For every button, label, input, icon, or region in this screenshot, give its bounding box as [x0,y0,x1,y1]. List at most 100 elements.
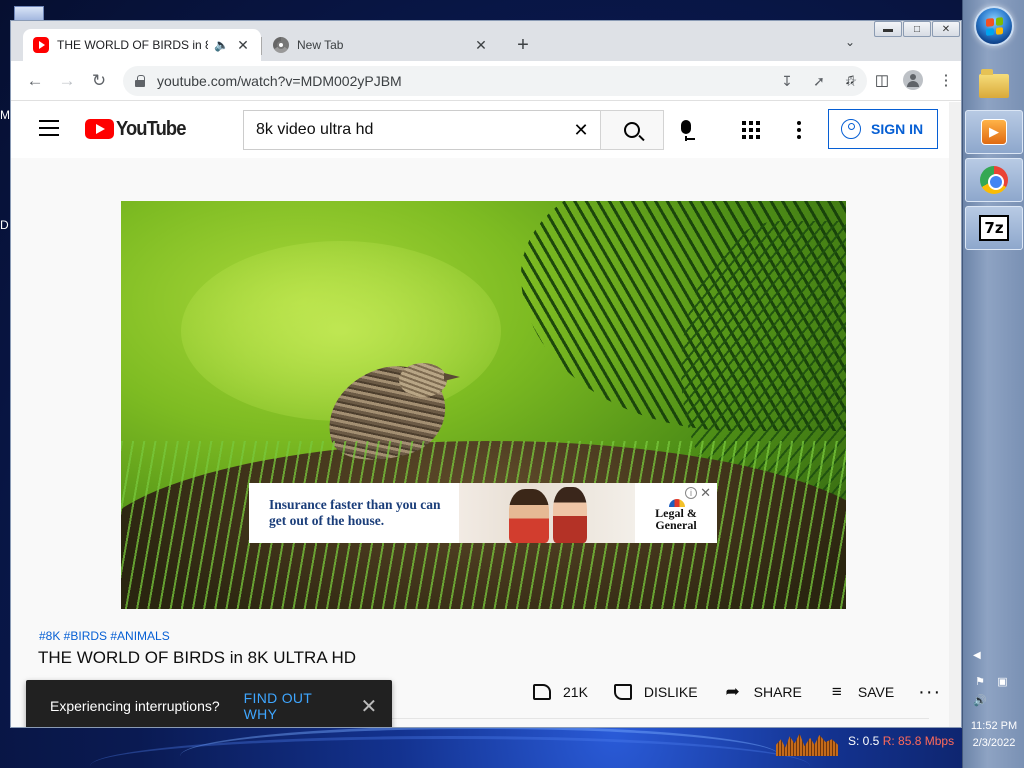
taskbar-chrome[interactable] [965,158,1023,202]
clock[interactable]: 11:52 PM 2/3/2022 [963,718,1024,752]
video-title: THE WORLD OF BIRDS in 8K ULTRA HD [38,648,357,667]
share-button[interactable]: ➦ SHARE [722,682,802,702]
like-button[interactable]: 21K [531,682,588,702]
video-actions: 21K DISLIKE ➦ SHARE ≡ SAVE ··· [531,680,949,704]
taskbar-7zip[interactable]: 7z [965,206,1023,250]
taskbar: ▶ 7z ◀ ⚑ ▣ 🔊 11:52 PM 2/3/2022 [962,0,1024,768]
ad-brand-name: Legal & General [655,506,697,532]
chrome-favicon-icon [273,37,289,53]
close-window-button[interactable]: ✕ [932,21,960,37]
tab-divider [261,37,262,55]
page-scrollbar[interactable] [949,102,961,727]
share-arrow-icon: ➦ [725,682,740,701]
tab-title: THE WORLD OF BIRDS in 8K ULTRA HD - YouT… [57,38,208,52]
more-horizontal-icon: ··· [918,681,942,703]
forward-arrow-icon[interactable]: → [55,71,79,91]
system-tray: ⚑ ▣ 🔊 [971,672,1019,710]
save-label: SAVE [857,684,895,700]
tab-new-tab[interactable]: New Tab ✕ [263,29,499,61]
microphone-icon-base [685,138,695,140]
share-icon[interactable]: ➚ [803,73,835,90]
media-player-icon: ▶ [981,119,1007,145]
thumbs-down-icon [612,682,634,702]
action-center-flag-icon[interactable]: ⚑ [973,675,987,689]
video-hashtags[interactable]: #8K #BIRDS #ANIMALS [39,629,170,643]
chrome-window: THE WORLD OF BIRDS in 8K ULTRA HD - YouT… [10,20,962,728]
chrome-icon [980,166,1008,194]
close-tab-icon[interactable]: ✕ [235,37,251,54]
share-label: SHARE [753,684,802,700]
youtube-favicon-icon [33,37,49,53]
youtube-wordmark: YouTube [116,117,186,140]
more-actions-button[interactable]: ··· [918,681,942,703]
ad-image[interactable] [459,483,635,543]
network-icon[interactable]: ▣ [995,675,1009,689]
show-hidden-icons-icon[interactable]: ◀ [973,650,981,661]
install-app-icon[interactable]: ↧ [771,73,803,90]
network-speed: S: 0.5 R: 85.8 Mbps [848,734,954,748]
close-tab-icon[interactable]: ✕ [473,37,489,54]
ad-info-icon[interactable]: i [685,487,697,499]
save-button[interactable]: ≡ SAVE [826,682,894,702]
dislike-button[interactable]: DISLIKE [612,682,698,702]
apps-grid-icon[interactable] [742,121,760,139]
tab-strip: THE WORLD OF BIRDS in 8K ULTRA HD - YouT… [11,21,961,61]
back-arrow-icon[interactable]: ← [23,71,47,91]
video-frame-bird-beak [444,373,460,381]
send-speed: S: 0.5 [848,734,880,748]
ad-headline[interactable]: Insurance faster than you can get out of… [249,497,459,529]
desktop-icon-label-fragment: MD [0,108,10,232]
youtube-logo[interactable]: YouTube [85,118,192,140]
tab-youtube[interactable]: THE WORLD OF BIRDS in 8K ULTRA HD - YouT… [23,29,261,61]
sign-in-label: SIGN IN [871,121,924,137]
search-button[interactable] [600,110,664,150]
ad-close-icon[interactable]: ✕ [700,485,711,501]
volume-icon[interactable]: 🔊 [973,694,987,708]
receive-speed: R: 85.8 Mbps [882,734,955,748]
chrome-menu-icon[interactable]: ⋮ [935,71,957,89]
taskbar-media-player[interactable]: ▶ [965,110,1023,154]
settings-kebab-icon[interactable] [797,121,801,139]
tab-search-chevron-icon[interactable]: ⌄ [845,35,855,49]
profile-icon[interactable] [903,70,925,90]
network-meter: S: 0.5 R: 85.8 Mbps [776,726,962,760]
url-text[interactable]: youtube.com/watch?v=MDM002yPJBM [157,73,771,89]
restore-button[interactable]: □ [903,21,931,37]
lock-icon[interactable] [135,75,145,87]
folder-icon [979,69,1009,98]
network-graph [776,733,838,756]
clock-time: 11:52 PM [970,720,1018,732]
taskbar-explorer[interactable] [965,64,1023,108]
video-player[interactable]: Insurance faster than you can get out of… [121,201,846,609]
tab-title: New Tab [297,38,344,52]
ad-person [509,489,549,543]
account-icon [841,119,861,139]
start-button[interactable] [974,6,1014,46]
search-input[interactable]: 8k video ultra hd ✕ [243,110,601,150]
window-controls: ▬ □ ✕ [873,21,960,39]
toast-close-icon[interactable]: ✕ [346,694,392,719]
clear-search-icon[interactable]: ✕ [561,120,601,141]
video-frame-bird-head [399,363,447,397]
umbrella-icon [669,499,685,507]
youtube-page: YouTube 8k video ultra hd ✕ SIGN IN Insu… [11,102,949,727]
clock-date: 2/3/2022 [972,737,1016,749]
address-bar[interactable]: youtube.com/watch?v=MDM002yPJBM ↧ ➚ ☆ [123,66,867,96]
side-panel-icon[interactable]: ◫ [871,71,893,89]
reload-icon[interactable]: ↻ [87,71,111,91]
7zip-icon: 7z [979,215,1009,241]
microphone-icon[interactable] [681,120,691,141]
sign-in-button[interactable]: SIGN IN [828,109,938,149]
guide-menu-icon[interactable] [39,120,59,136]
new-tab-button[interactable]: + [511,33,535,57]
media-control-icon[interactable]: ♫ [839,71,861,88]
minimize-button[interactable]: ▬ [874,21,902,37]
audio-playing-icon[interactable]: 🔈 [214,38,229,52]
browser-toolbar: ← → ↻ youtube.com/watch?v=MDM002yPJBM ↧ … [11,61,961,101]
youtube-play-icon [85,119,114,139]
ad-person [553,487,587,543]
search-icon [624,122,640,138]
overlay-ad[interactable]: Insurance faster than you can get out of… [249,483,717,543]
find-out-why-link[interactable]: FIND OUT WHY [244,690,346,722]
search-query[interactable]: 8k video ultra hd [256,121,373,139]
